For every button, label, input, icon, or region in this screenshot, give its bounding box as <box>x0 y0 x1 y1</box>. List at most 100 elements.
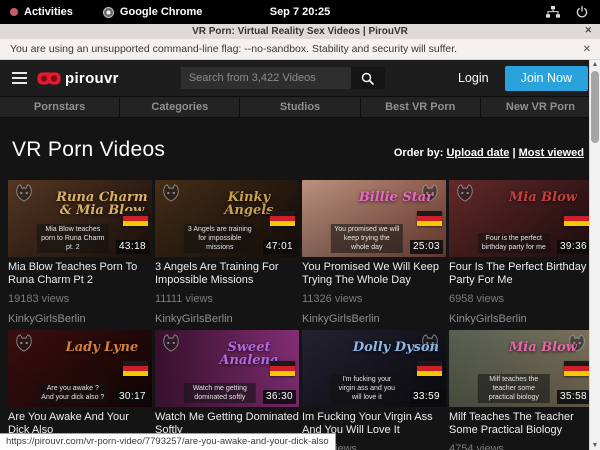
video-thumbnail[interactable]: Billie Star You promised we will keep tr… <box>302 180 446 257</box>
duration-badge: 25:03 <box>410 240 443 254</box>
studio-mask-icon <box>160 183 182 208</box>
search-bar <box>181 67 385 89</box>
infobar-message: You are using an unsupported command-lin… <box>10 43 457 55</box>
studio-mask-icon <box>13 183 35 208</box>
video-title[interactable]: You Promised We Will Keep Trying The Who… <box>302 261 446 287</box>
german-flag-icon <box>123 211 148 226</box>
video-title[interactable]: Mia Blow Teaches Porn To Runa Charm Pt 2 <box>8 261 152 287</box>
thumbnail-caption: Watch me getting dominated softly <box>184 383 256 403</box>
nav-item-studios[interactable]: Studios <box>239 97 359 117</box>
search-input[interactable] <box>181 67 351 89</box>
app-menu-button[interactable]: Google Chrome <box>103 6 203 18</box>
thumbnail-caption: Are you awake ? And your dick also ? <box>37 383 109 403</box>
nav-item-categories[interactable]: Categories <box>119 97 239 117</box>
vr-goggles-icon <box>37 72 61 85</box>
video-views: 19183 views <box>8 293 152 305</box>
chrome-infobar: You are using an unsupported command-lin… <box>0 39 600 60</box>
site-logo-text: pirouvr <box>65 70 119 87</box>
infobar-close-icon[interactable]: ✕ <box>583 44 591 55</box>
thumbnail-caption: 3 Angels are training for impossible mis… <box>184 224 256 253</box>
nav-item-pornstars[interactable]: Pornstars <box>0 97 119 117</box>
video-views: 11326 views <box>302 293 446 305</box>
site-header: pirouvr Login Join Now <box>0 60 600 96</box>
duration-badge: 47:01 <box>263 240 296 254</box>
duration-badge: 30:17 <box>116 390 149 404</box>
power-icon[interactable] <box>576 6 588 18</box>
activities-button[interactable]: Activities <box>10 6 73 18</box>
thumbnail-overlay-title: Mia Blow <box>497 191 589 204</box>
nav-item-new-vr-porn[interactable]: New VR Porn <box>480 97 600 117</box>
window-title: VR Porn: Virtual Reality Sex Videos | Pi… <box>192 26 408 37</box>
video-studio-link[interactable]: KinkyGirlsBerlin <box>8 313 152 325</box>
video-card[interactable]: Mia Blow Four is the perfect birthday pa… <box>449 180 593 325</box>
duration-badge: 39:36 <box>557 240 590 254</box>
video-studio-link[interactable]: KinkyGirlsBerlin <box>449 313 593 325</box>
video-studio-link[interactable]: KinkyGirlsBerlin <box>155 313 299 325</box>
video-card[interactable]: Runa Charm & Mia Blow Mia Blow teaches p… <box>8 180 152 325</box>
german-flag-icon <box>417 361 442 376</box>
duration-badge: 36:30 <box>263 390 296 404</box>
site-logo[interactable]: pirouvr <box>37 70 119 87</box>
german-flag-icon <box>417 211 442 226</box>
thumbnail-caption: You promised we will keep trying the who… <box>331 224 403 253</box>
video-thumbnail[interactable]: Dolly Dyson I'm fucking your virgin ass … <box>302 330 446 407</box>
thumbnail-overlay-title: Dolly Dyson <box>350 341 442 354</box>
video-views: 6958 views <box>449 293 593 305</box>
video-title[interactable]: Four Is The Perfect Birthday Party For M… <box>449 261 593 287</box>
thumbnail-caption: Four is the perfect birthday party for m… <box>478 233 550 253</box>
page-viewport: pirouvr Login Join Now Pornstars Categor… <box>0 60 600 450</box>
order-link-upload-date[interactable]: Upload date <box>446 147 509 159</box>
video-thumbnail[interactable]: Runa Charm & Mia Blow Mia Blow teaches p… <box>8 180 152 257</box>
german-flag-icon <box>123 361 148 376</box>
thumbnail-caption: Milf teaches the teacher some practical … <box>478 374 550 403</box>
window-close-icon[interactable]: ✕ <box>584 25 592 36</box>
order-link-most-viewed[interactable]: Most viewed <box>519 147 584 159</box>
order-separator: | <box>512 147 515 159</box>
thumbnail-overlay-title: Billie Star <box>350 191 442 204</box>
system-top-bar: Activities Google Chrome Sep 7 20:25 <box>0 0 600 24</box>
video-views: 4754 views <box>449 443 593 450</box>
studio-mask-icon <box>13 333 35 358</box>
chrome-icon <box>103 7 114 18</box>
german-flag-icon <box>270 361 295 376</box>
video-grid: Runa Charm & Mia Blow Mia Blow teaches p… <box>8 180 600 450</box>
video-thumbnail[interactable]: Mia Blow Milf teaches the teacher some p… <box>449 330 593 407</box>
nav-item-best-vr-porn[interactable]: Best VR Porn <box>360 97 480 117</box>
studio-mask-icon <box>454 183 476 208</box>
video-card[interactable]: Sweet Analena Watch me getting dominated… <box>155 330 299 450</box>
video-card[interactable]: Lady Lyne Are you awake ? And your dick … <box>8 330 152 450</box>
video-card[interactable]: Billie Star You promised we will keep tr… <box>302 180 446 325</box>
clock[interactable]: Sep 7 20:25 <box>270 6 331 18</box>
scroll-up-arrow-icon[interactable]: ▲ <box>590 61 600 68</box>
video-views: 11111 views <box>155 293 299 305</box>
login-link[interactable]: Login <box>458 71 489 85</box>
studio-mask-icon <box>160 333 182 358</box>
scrollbar-thumb[interactable] <box>591 71 599 143</box>
video-thumbnail[interactable]: Mia Blow Four is the perfect birthday pa… <box>449 180 593 257</box>
scroll-down-arrow-icon[interactable]: ▼ <box>590 442 600 449</box>
system-tray <box>546 6 588 18</box>
network-icon[interactable] <box>546 6 560 18</box>
join-now-button[interactable]: Join Now <box>505 66 588 91</box>
video-title[interactable]: Milf Teaches The Teacher Some Practical … <box>449 411 593 437</box>
search-button[interactable] <box>351 67 385 89</box>
thumbnail-caption: Mia Blow teaches porn to Runa Charm pt. … <box>37 224 109 253</box>
scrollbar[interactable]: ▲ ▼ <box>589 60 600 450</box>
menu-hamburger-icon[interactable] <box>12 72 27 84</box>
video-card[interactable]: Kinky Angels 3 Angels are training for i… <box>155 180 299 325</box>
video-thumbnail[interactable]: Lady Lyne Are you awake ? And your dick … <box>8 330 152 407</box>
video-title[interactable]: 3 Angels Are Training For Impossible Mis… <box>155 261 299 287</box>
order-by: Order by: Upload date | Most viewed <box>394 147 584 159</box>
video-card[interactable]: Dolly Dyson I'm fucking your virgin ass … <box>302 330 446 450</box>
video-thumbnail[interactable]: Kinky Angels 3 Angels are training for i… <box>155 180 299 257</box>
german-flag-icon <box>564 361 589 376</box>
duration-badge: 43:18 <box>116 240 149 254</box>
german-flag-icon <box>564 211 589 226</box>
window-titlebar: VR Porn: Virtual Reality Sex Videos | Pi… <box>0 24 600 39</box>
video-studio-link[interactable]: KinkyGirlsBerlin <box>302 313 446 325</box>
main-nav: Pornstars Categories Studios Best VR Por… <box>0 96 600 118</box>
video-thumbnail[interactable]: Sweet Analena Watch me getting dominated… <box>155 330 299 407</box>
duration-badge: 33:59 <box>410 390 443 404</box>
video-card[interactable]: Mia Blow Milf teaches the teacher some p… <box>449 330 593 450</box>
order-by-label: Order by: <box>394 147 444 159</box>
